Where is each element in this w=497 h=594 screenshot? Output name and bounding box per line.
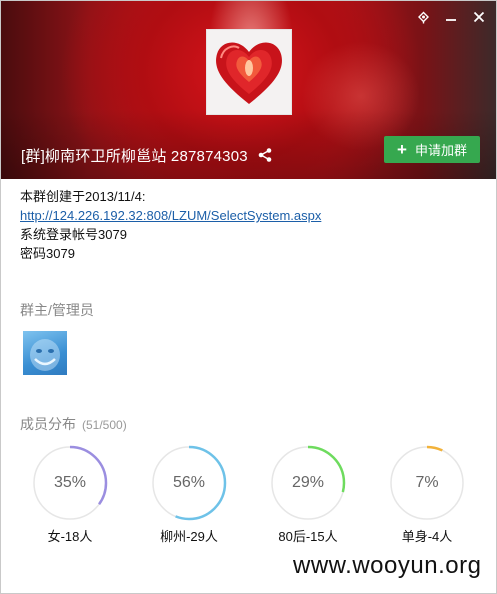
stat-label: 80后-15人 xyxy=(278,529,338,544)
minimize-icon[interactable] xyxy=(443,9,459,25)
stat-label: 女-18人 xyxy=(47,529,93,544)
group-profile-window: [群]柳南环卫所柳邕站 287874303 + 申请加群 本群创建于2013/1… xyxy=(0,0,497,594)
share-icon[interactable] xyxy=(257,147,273,163)
close-icon[interactable] xyxy=(471,9,487,25)
stat-ring: 7% xyxy=(389,445,465,521)
header-banner: [群]柳南环卫所柳邕站 287874303 + 申请加群 xyxy=(1,1,496,179)
join-group-button[interactable]: + 申请加群 xyxy=(384,136,480,163)
stat-single[interactable]: 7% 单身-4人 xyxy=(387,445,467,545)
admin-avatar[interactable] xyxy=(23,331,67,375)
stat-label: 单身-4人 xyxy=(401,529,453,544)
stat-percent: 29% xyxy=(291,474,325,491)
stat-gender[interactable]: 35% 女-18人 xyxy=(30,445,110,545)
description-line: 密码3079 xyxy=(20,246,75,261)
description-link[interactable]: http://124.226.192.32:808/LZUM/SelectSys… xyxy=(20,208,321,223)
plus-icon: + xyxy=(397,140,407,159)
join-group-label: 申请加群 xyxy=(414,143,467,158)
group-title: [群]柳南环卫所柳邕站 287874303 xyxy=(21,148,248,165)
pin-icon[interactable] xyxy=(415,9,431,25)
stat-ring: 35% xyxy=(32,445,108,521)
stat-ring: 56% xyxy=(151,445,227,521)
stat-ring: 29% xyxy=(270,445,346,521)
stat-percent: 7% xyxy=(415,474,439,491)
group-avatar[interactable] xyxy=(206,29,292,115)
members-count: (51/500) xyxy=(82,418,127,432)
stat-percent: 56% xyxy=(172,474,206,491)
description-line: 系统登录帐号3079 xyxy=(20,227,127,242)
group-description: 本群创建于2013/11/4: http://124.226.192.32:80… xyxy=(20,187,321,263)
stat-label: 柳州-29人 xyxy=(160,529,218,544)
stat-location[interactable]: 56% 柳州-29人 xyxy=(149,445,229,545)
admins-section-title: 群主/管理员 xyxy=(20,302,94,318)
members-section-title: 成员分布 (51/500) xyxy=(20,414,127,434)
description-line: 本群创建于2013/11/4: xyxy=(20,189,146,204)
watermark: www.wooyun.org xyxy=(293,552,482,579)
members-title-text: 成员分布 xyxy=(20,416,76,432)
stat-age[interactable]: 29% 80后-15人 xyxy=(268,445,348,545)
stat-percent: 35% xyxy=(53,474,87,491)
